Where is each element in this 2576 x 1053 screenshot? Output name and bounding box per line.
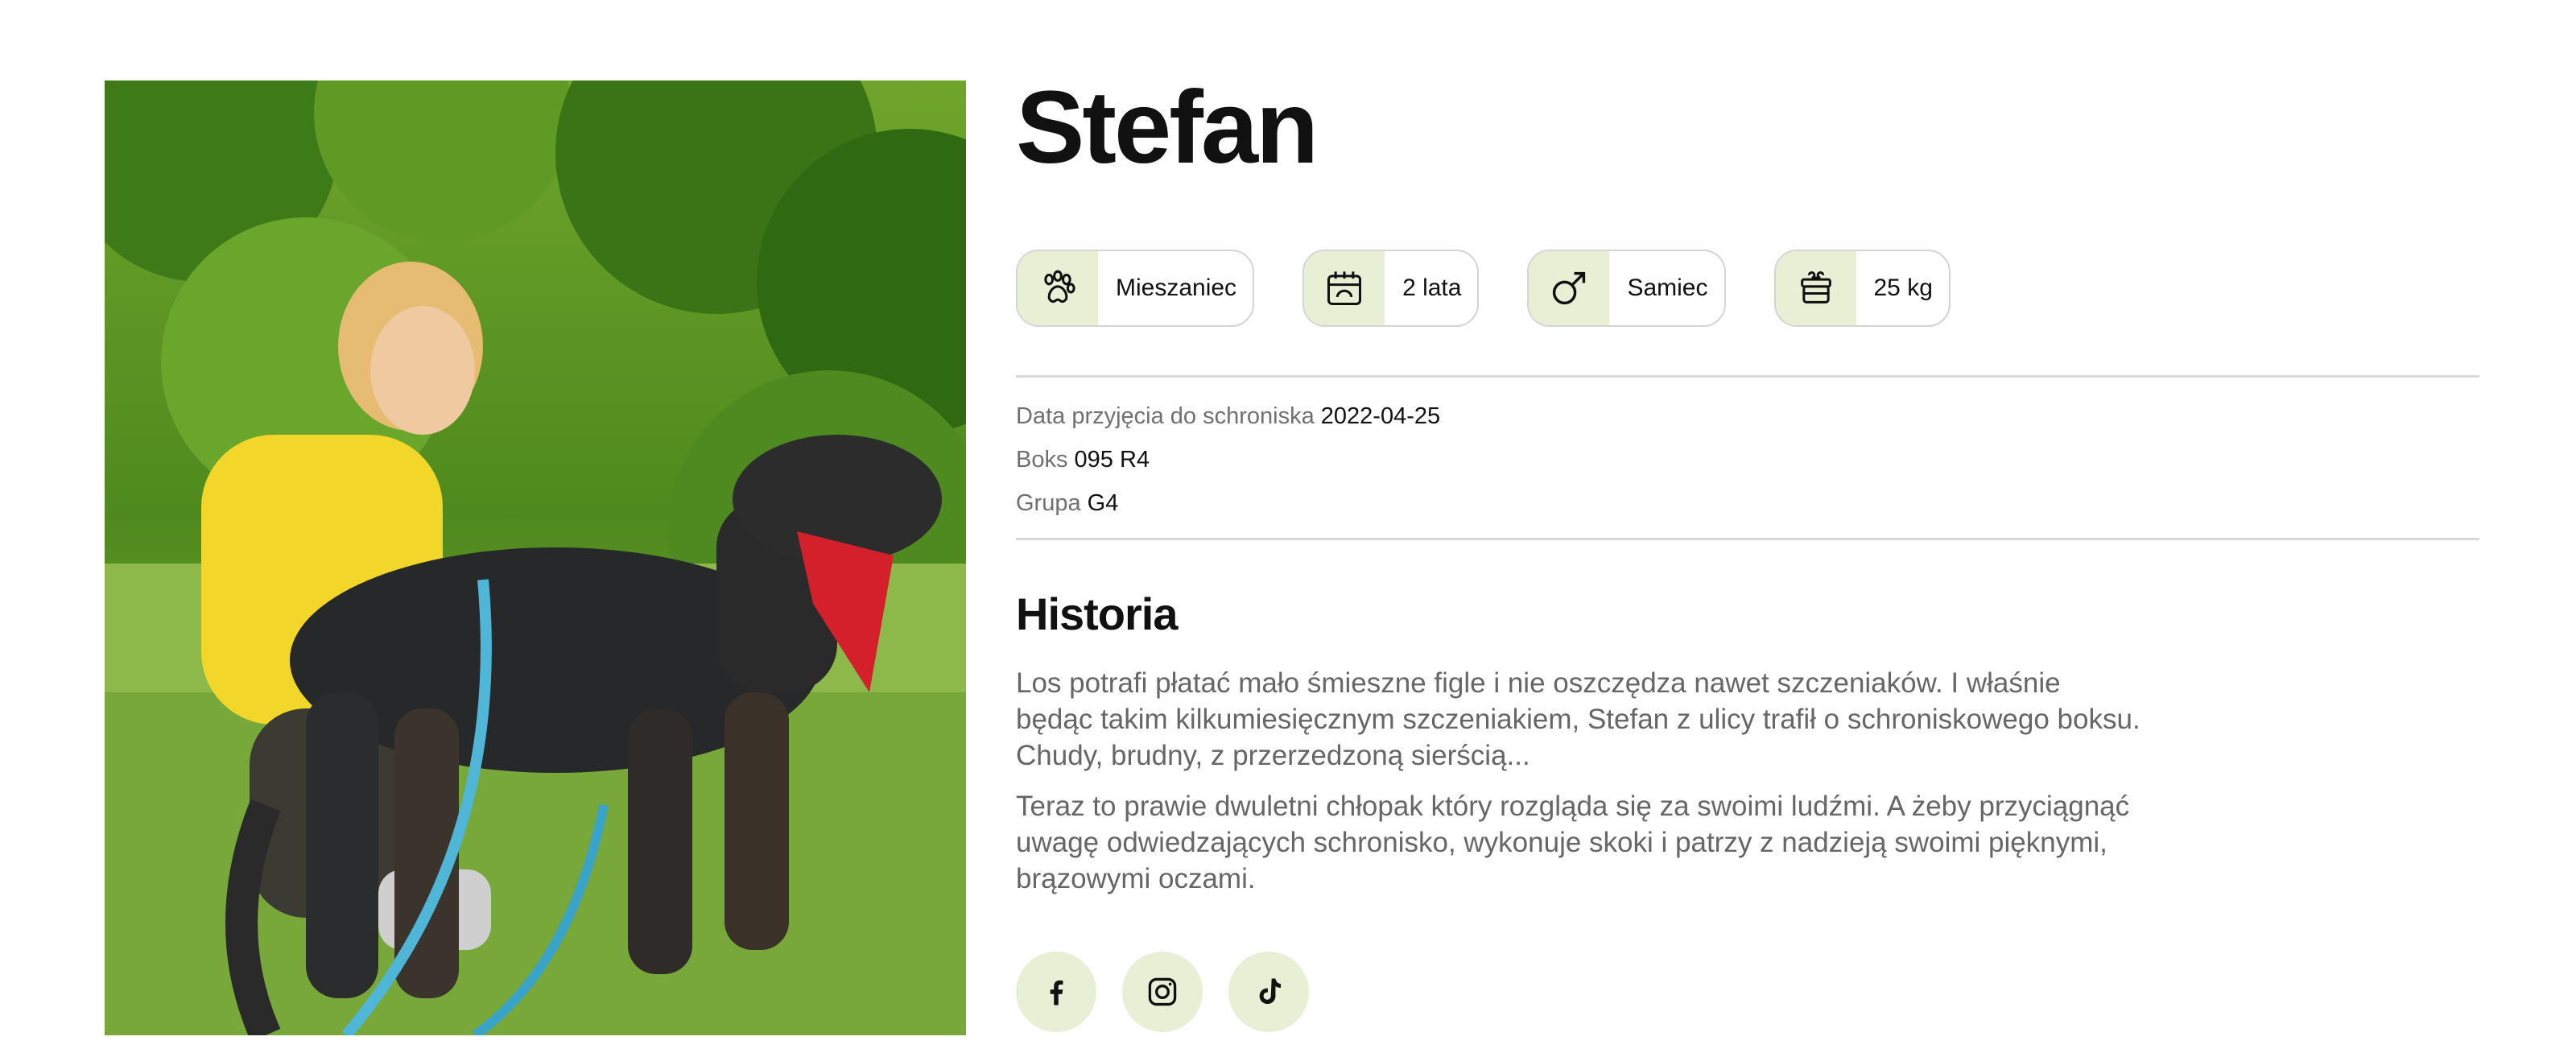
box-value: 095 R4 <box>1074 447 1150 473</box>
pet-photo-illustration <box>105 81 966 1035</box>
chip-age: 2 lata <box>1302 250 1480 327</box>
group-label: Grupa <box>1016 490 1081 516</box>
weight-icon <box>1775 251 1856 325</box>
instagram-icon <box>1148 977 1177 1006</box>
history-title: Historia <box>1016 588 1178 639</box>
paw-icon <box>1018 251 1098 325</box>
chip-breed: Mieszaniec <box>1016 250 1255 327</box>
attribute-chips: Mieszaniec 2 lata Samiec 25 kg <box>1016 250 1999 327</box>
chip-label: 2 lata <box>1402 275 1462 301</box>
facebook-button[interactable] <box>1016 952 1096 1032</box>
pet-details: Data przyjęcia do schroniska 2022-04-25 … <box>1016 394 1440 525</box>
history-paragraph: Teraz to prawie dwuletni chłopak który r… <box>1016 791 2130 894</box>
male-icon <box>1529 251 1610 325</box>
box-row: Boks 095 R4 <box>1016 438 1440 481</box>
history-paragraph: Los potrafi płatać mało śmieszne figle i… <box>1016 667 2140 771</box>
group-value: G4 <box>1087 490 1119 516</box>
chip-weight: 25 kg <box>1773 250 1951 327</box>
pet-photo <box>105 81 966 1035</box>
history-text: Los potrafi płatać mało śmieszne figle i… <box>1016 665 2143 911</box>
instagram-button[interactable] <box>1122 952 1203 1032</box>
chip-label: Mieszaniec <box>1116 275 1237 301</box>
pet-info: Stefan Mieszaniec 2 lata Samiec 25 kg Da… <box>1016 0 2481 1053</box>
tiktok-icon <box>1259 978 1282 1005</box>
chip-sex: Samiec <box>1527 250 1726 327</box>
group-row: Grupa G4 <box>1016 481 1440 525</box>
pet-name: Stefan <box>1016 70 1319 185</box>
facebook-icon <box>1050 980 1063 1006</box>
tiktok-button[interactable] <box>1228 952 1309 1032</box>
calendar-icon <box>1304 251 1385 325</box>
admission-date-value: 2022-04-25 <box>1320 403 1441 429</box>
box-label: Boks <box>1016 447 1068 473</box>
chip-label: Samiec <box>1627 275 1708 301</box>
divider <box>1016 538 2479 540</box>
admission-date-row: Data przyjęcia do schroniska 2022-04-25 <box>1016 394 1440 438</box>
chip-label: 25 kg <box>1873 275 1933 301</box>
social-links <box>1016 952 1335 1032</box>
admission-date-label: Data przyjęcia do schroniska <box>1016 403 1315 429</box>
divider <box>1016 375 2479 378</box>
